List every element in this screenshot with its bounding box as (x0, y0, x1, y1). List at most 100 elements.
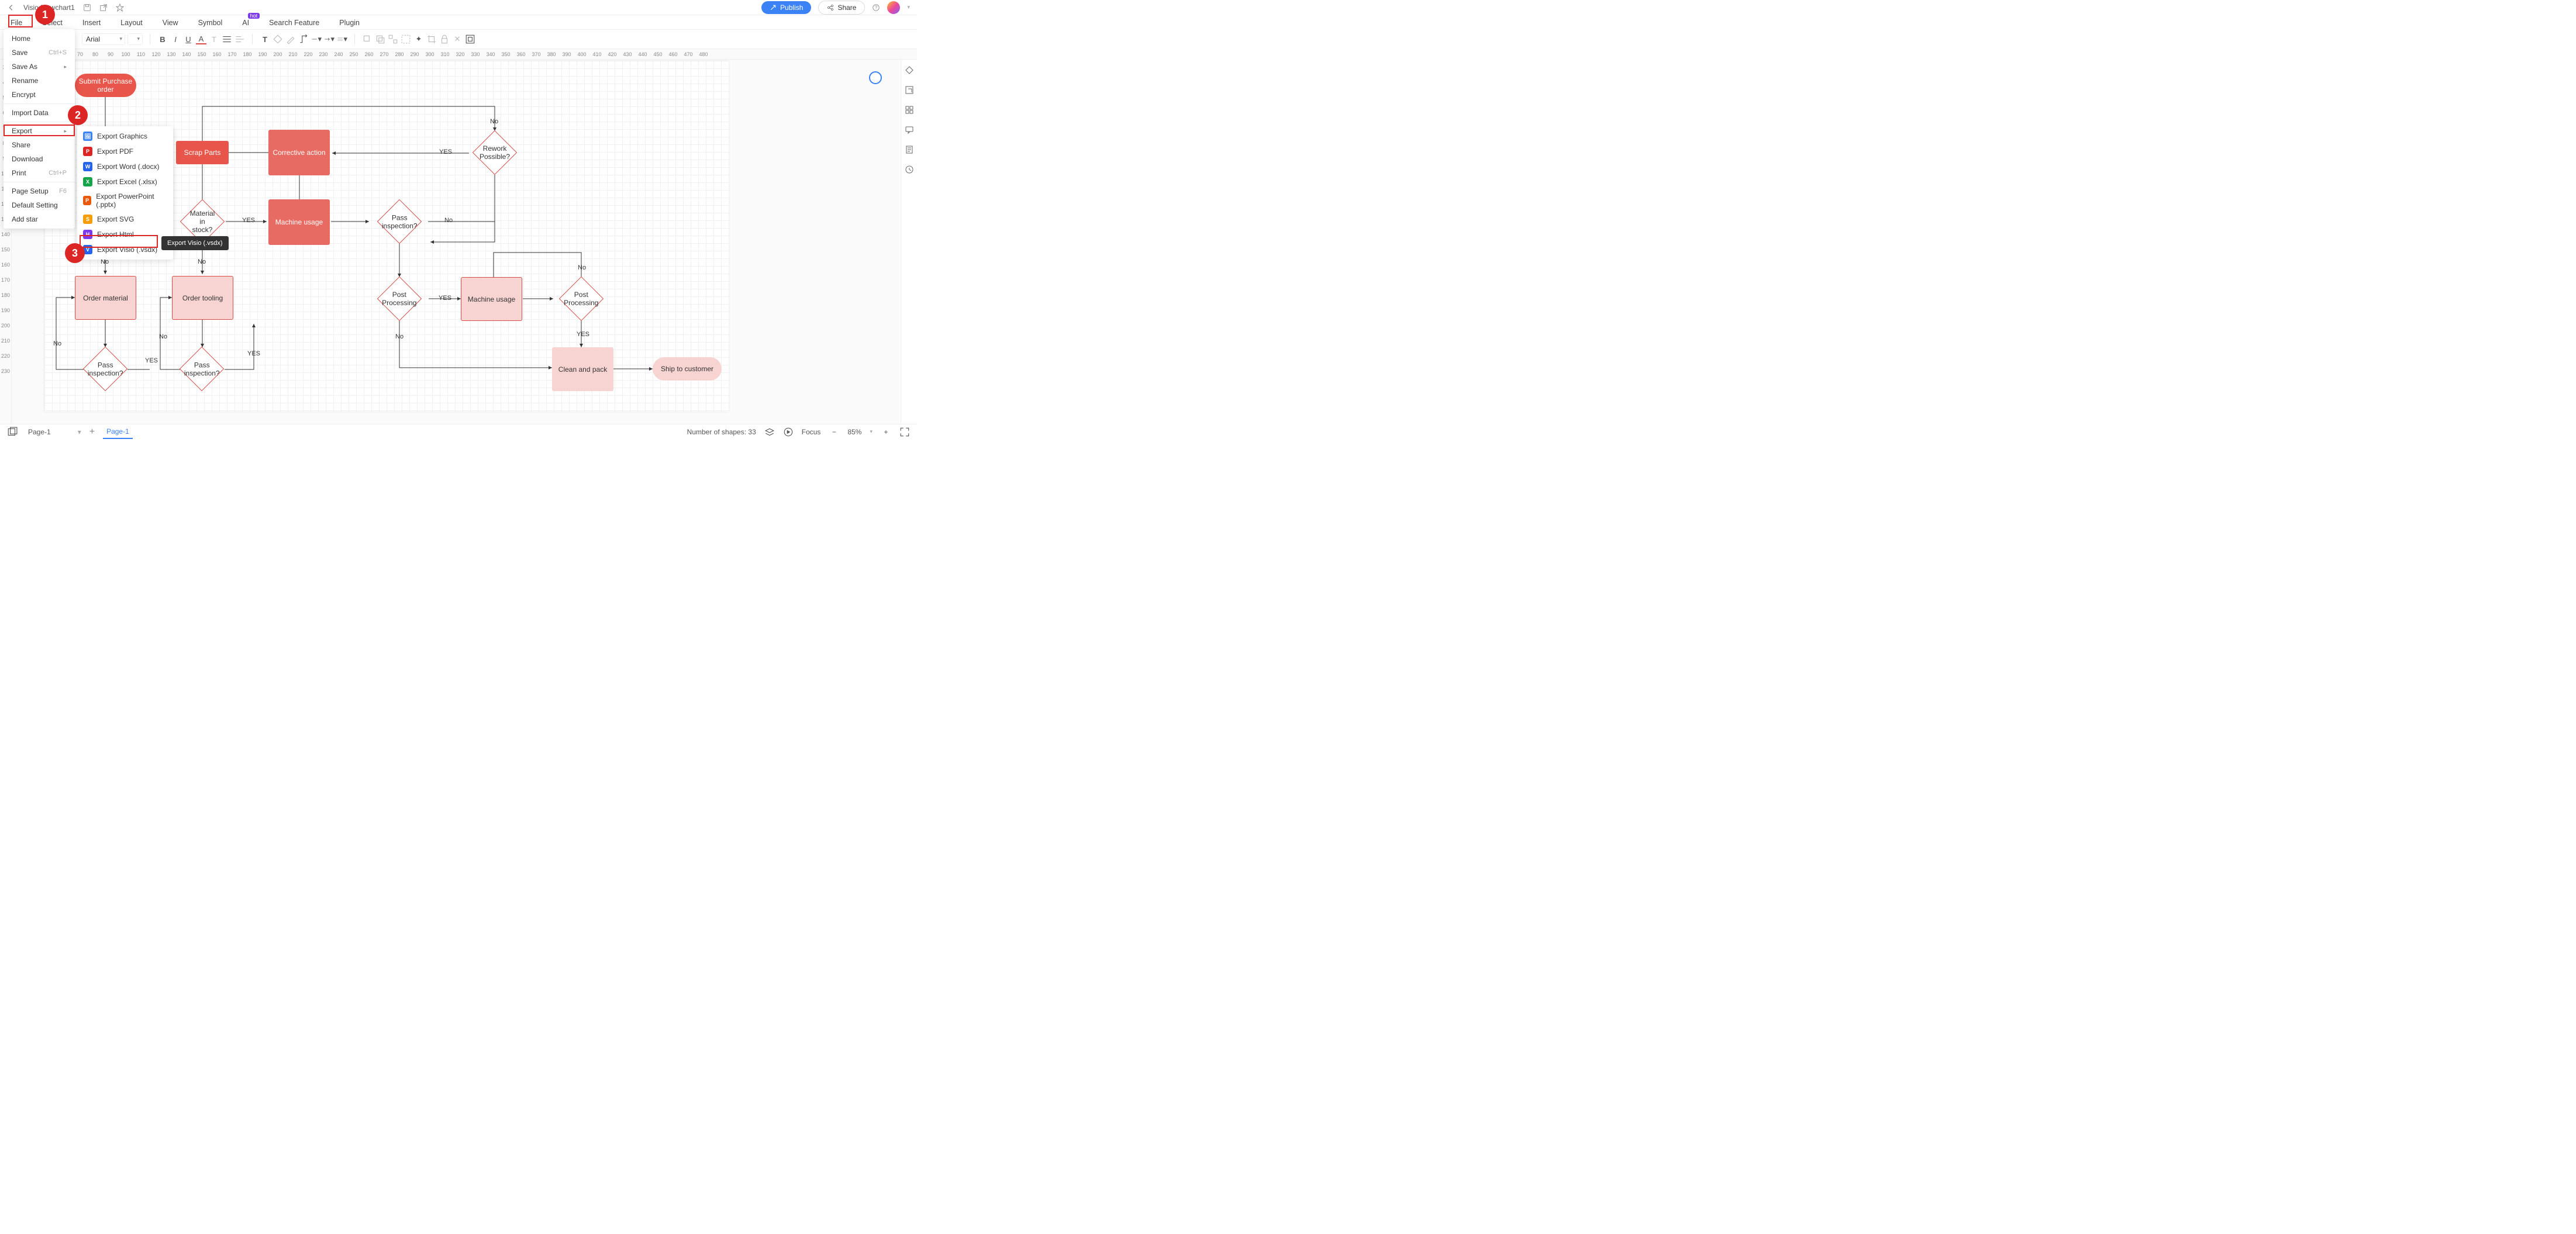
shape-count: Number of shapes: 33 (687, 428, 756, 436)
export-menu-item[interactable]: 🖼Export Graphics (77, 129, 173, 144)
focus-label[interactable]: Focus (802, 428, 821, 436)
fill-icon[interactable] (273, 34, 283, 44)
shape-machine-usage-2[interactable]: Machine usage (461, 277, 522, 321)
notes-panel-icon[interactable] (905, 145, 914, 154)
focus-play-icon[interactable] (783, 427, 794, 437)
star-icon[interactable] (116, 4, 124, 12)
font-select[interactable] (82, 34, 125, 44)
shape-post-processing-2[interactable]: Post Processing (559, 276, 604, 321)
connector-icon[interactable] (298, 34, 309, 44)
avatar[interactable] (887, 1, 900, 14)
file-menu-item[interactable]: Home (4, 32, 75, 46)
shape-pass-inspection-3[interactable]: Pass inspection? (180, 347, 224, 391)
floating-anchor-icon[interactable] (869, 71, 882, 84)
menu-ai[interactable]: AIhot (242, 19, 249, 29)
comments-panel-icon[interactable] (905, 125, 914, 134)
file-menu-item[interactable]: Import Data (4, 106, 75, 120)
page-select-dropdown-icon[interactable]: ▾ (78, 428, 81, 436)
publish-button[interactable]: Publish (761, 1, 811, 14)
menu-view[interactable]: View (163, 19, 178, 29)
group-icon[interactable] (388, 34, 398, 44)
file-menu-item[interactable]: Add star (4, 212, 75, 226)
share-button[interactable]: Share (818, 1, 865, 15)
front-icon[interactable] (362, 34, 373, 44)
pencil-icon[interactable] (285, 34, 296, 44)
menu-file[interactable]: File (11, 19, 22, 29)
shape-pass-inspection-1[interactable]: Pass inspection? (377, 199, 422, 244)
export-menu-item[interactable]: WExport Word (.docx) (77, 159, 173, 174)
shape-scrap-parts[interactable]: Scrap Parts (176, 141, 229, 164)
back-icon[interactable] (7, 4, 15, 12)
zoom-dropdown-icon[interactable]: ▾ (870, 428, 873, 435)
external-link-icon[interactable] (99, 4, 108, 12)
zoom-in-icon[interactable]: + (881, 427, 891, 437)
export-menu-item[interactable]: SExport SVG (77, 212, 173, 227)
back-icon[interactable] (375, 34, 385, 44)
export-menu-item[interactable]: VExport Visio (.vsdx) (77, 242, 173, 257)
lock-icon[interactable] (439, 34, 450, 44)
pages-icon[interactable] (7, 427, 18, 437)
file-menu-item[interactable]: Page SetupF6 (4, 184, 75, 198)
tools-icon[interactable]: ✕ (452, 34, 463, 44)
file-menu-item[interactable]: Share (4, 138, 75, 152)
page-tab[interactable]: Page-1 (103, 425, 133, 439)
effects-icon[interactable]: ✦ (413, 34, 424, 44)
menu-symbol[interactable]: Symbol (198, 19, 223, 29)
file-menu-item[interactable]: SaveCtrl+S (4, 46, 75, 60)
export-menu-item[interactable]: PExport PowerPoint (.pptx) (77, 189, 173, 212)
menu-plugin[interactable]: Plugin (339, 19, 360, 29)
highlight-icon[interactable]: T (209, 34, 219, 44)
zoom-out-icon[interactable]: − (829, 427, 839, 437)
add-page-button[interactable]: + (89, 427, 95, 437)
export-menu-item[interactable]: PExport PDF (77, 144, 173, 159)
shape-post-processing-1[interactable]: Post Processing (377, 276, 422, 321)
underline-icon[interactable]: U (183, 34, 194, 44)
save-icon[interactable] (83, 4, 91, 12)
shape-clean-and-pack[interactable]: Clean and pack (552, 347, 613, 391)
fullscreen-icon[interactable] (899, 427, 910, 437)
file-menu-item[interactable]: Download (4, 152, 75, 166)
fill-panel-icon[interactable] (905, 65, 914, 75)
file-menu-item[interactable]: Export▸ (4, 124, 75, 138)
italic-icon[interactable]: I (170, 34, 181, 44)
crop-icon[interactable] (426, 34, 437, 44)
apps-panel-icon[interactable] (905, 105, 914, 115)
shape-order-material[interactable]: Order material (75, 276, 136, 320)
ungroup-icon[interactable] (401, 34, 411, 44)
bold-icon[interactable]: B (157, 34, 168, 44)
history-panel-icon[interactable] (905, 165, 914, 174)
text-tool-icon[interactable]: T (260, 34, 270, 44)
line-weight-icon[interactable]: ▾ (337, 34, 347, 44)
file-menu-item[interactable]: Save As▸ (4, 60, 75, 74)
menu-layout[interactable]: Layout (120, 19, 143, 29)
shape-rework-possible[interactable]: Rework Possible? (473, 130, 517, 175)
align-icon[interactable] (222, 34, 232, 44)
menu-search[interactable]: Search Feature (269, 19, 319, 29)
shape-ship-to-customer[interactable]: Ship to customer (653, 357, 722, 381)
export-menu-item[interactable]: HExport Html (77, 227, 173, 242)
file-menu-item[interactable]: PrintCtrl+P (4, 166, 75, 180)
font-color-icon[interactable]: A (196, 34, 206, 44)
line-style-icon[interactable]: ▾ (311, 34, 322, 44)
file-menu-item[interactable]: Rename (4, 74, 75, 88)
help-icon[interactable]: ? (872, 4, 880, 12)
diagram-icon[interactable] (465, 34, 475, 44)
valign-icon[interactable] (235, 34, 245, 44)
export-menu-item[interactable]: XExport Excel (.xlsx) (77, 174, 173, 189)
file-menu-item[interactable]: Default Setting (4, 198, 75, 212)
shape-order-tooling[interactable]: Order tooling (172, 276, 233, 320)
export-panel-icon[interactable] (905, 85, 914, 95)
zoom-level[interactable]: 85% (847, 428, 861, 436)
size-select[interactable] (128, 34, 142, 44)
shape-pass-inspection-2[interactable]: Pass inspection? (83, 347, 127, 391)
file-menu-item[interactable]: Encrypt (4, 88, 75, 102)
hot-badge: hot (248, 13, 260, 19)
shape-submit-purchase-order[interactable]: Submit Purchase order (75, 74, 136, 97)
arrow-start-icon[interactable]: ▾ (324, 34, 334, 44)
menu-insert[interactable]: Insert (82, 19, 101, 29)
avatar-dropdown-icon[interactable]: ▾ (907, 4, 910, 11)
layers-status-icon[interactable] (764, 427, 775, 437)
shape-corrective-action[interactable]: Corrective action (268, 130, 330, 175)
page-select[interactable]: Page-1 (26, 427, 70, 437)
shape-machine-usage-1[interactable]: Machine usage (268, 199, 330, 245)
